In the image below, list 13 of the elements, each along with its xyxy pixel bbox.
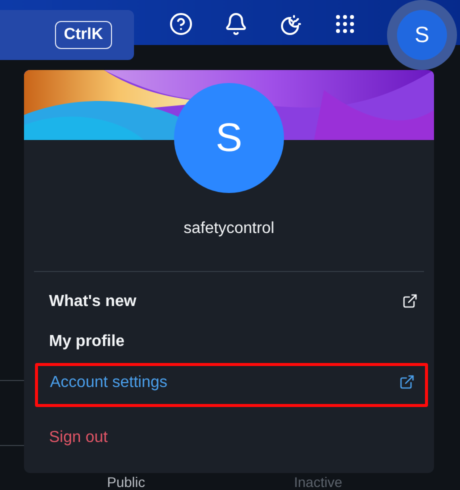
help-icon <box>169 12 194 36</box>
search-field[interactable]: CtrlK <box>0 10 134 60</box>
menu-item[interactable]: What's new <box>35 283 428 323</box>
avatar-button[interactable]: S <box>387 0 457 70</box>
username: safetycontrol <box>182 220 276 238</box>
moon-sun-icon <box>278 12 302 36</box>
table-cell: Public <box>107 474 146 490</box>
table-cell: Inactive <box>294 474 342 490</box>
menu-item[interactable]: Sign out <box>35 419 428 459</box>
menu-item[interactable]: My profile <box>35 323 428 363</box>
bell-icon <box>224 12 248 36</box>
shortcut-key: CtrlK <box>54 21 112 49</box>
menu-item[interactable]: Account settings <box>35 363 428 407</box>
